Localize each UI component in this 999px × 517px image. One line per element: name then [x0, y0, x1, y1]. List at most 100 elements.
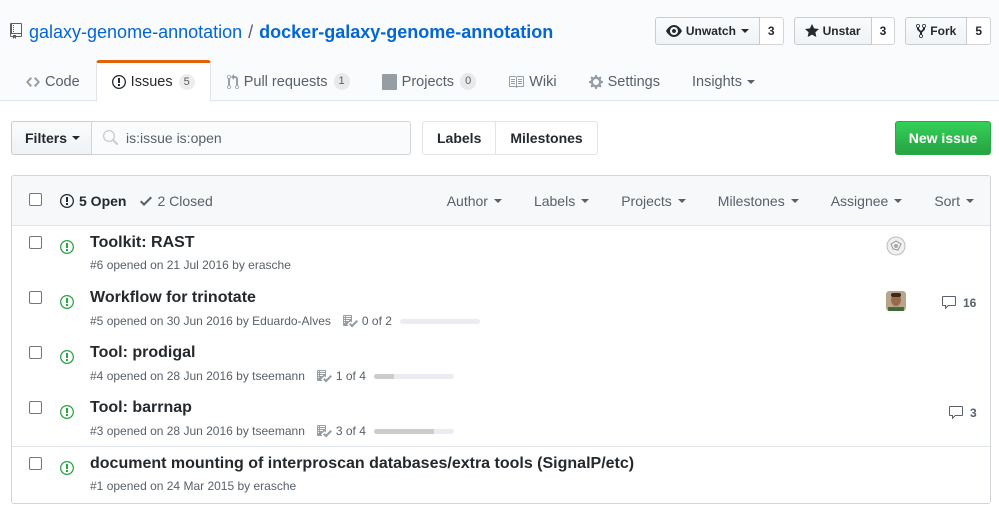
tab-settings[interactable]: Settings	[573, 60, 676, 101]
unstar-button[interactable]: Unstar	[793, 17, 872, 45]
projects-filter[interactable]: Projects	[605, 193, 702, 209]
new-issue-button[interactable]: New issue	[895, 121, 991, 155]
issue-checkbox[interactable]	[29, 401, 42, 414]
issue-opened-text: opened on 28 Jun 2016 by	[106, 424, 249, 438]
repo-nav: Code Issues 5 Pull requests 1 Projects 0…	[10, 60, 771, 102]
issue-title-link[interactable]: Toolkit: RAST	[90, 234, 195, 252]
tab-pull-requests-label: Pull requests	[243, 73, 328, 90]
pulls-counter: 1	[333, 73, 350, 90]
fork-button[interactable]: Fork	[905, 17, 968, 45]
project-icon	[381, 73, 397, 90]
chevron-down-icon	[746, 79, 755, 84]
path-separator: /	[248, 21, 254, 42]
filters-dropdown[interactable]: Filters	[11, 121, 92, 155]
sort-filter[interactable]: Sort	[918, 193, 990, 209]
issue-search	[91, 121, 411, 155]
assignee-filter[interactable]: Assignee	[815, 193, 919, 209]
tab-wiki-label: Wiki	[529, 73, 557, 90]
open-issue-icon	[60, 295, 74, 309]
checklist-icon	[316, 370, 332, 383]
repo-actions: Unwatch 3 Unstar 3 Fork 5	[654, 17, 991, 45]
issue-checkbox[interactable]	[29, 236, 42, 249]
projects-counter: 0	[460, 73, 477, 90]
tab-wiki[interactable]: Wiki	[492, 60, 572, 101]
comments-link[interactable]: 16	[941, 295, 976, 311]
issue-author-link[interactable]: tseemann	[252, 369, 305, 383]
task-progress-bar	[373, 428, 454, 434]
labels-link[interactable]: Labels	[422, 121, 497, 155]
open-count: 5 Open	[79, 193, 127, 209]
tab-pull-requests[interactable]: Pull requests 1	[211, 60, 366, 101]
issue-title-link[interactable]: Tool: barrnap	[90, 399, 192, 417]
comments-count: 16	[963, 296, 977, 310]
open-issues-link[interactable]: 5 Open	[60, 193, 126, 209]
watchers-count[interactable]: 3	[759, 17, 784, 45]
tab-settings-label: Settings	[607, 73, 660, 90]
forks-count[interactable]: 5	[967, 17, 991, 45]
issues-list-header: 5 Open 2 Closed Author Labels Projects M…	[12, 176, 990, 226]
tab-issues[interactable]: Issues 5	[95, 60, 211, 102]
issues-counter: 5	[178, 73, 195, 91]
task-progress-fill	[373, 428, 434, 434]
issue-meta: #5 opened on 30 Jun 2016 by Eduardo-Alve…	[90, 313, 480, 329]
search-icon	[103, 130, 118, 145]
assignee-avatar[interactable]	[886, 291, 906, 311]
assignee-filter-label: Assignee	[830, 193, 889, 209]
issue-checkbox[interactable]	[29, 457, 42, 470]
issue-title-link[interactable]: Workflow for trinotate	[90, 289, 256, 307]
open-issue-icon	[60, 350, 74, 364]
stargazers-count[interactable]: 3	[871, 17, 896, 45]
sort-filter-label: Sort	[934, 193, 960, 209]
comments-count: 3	[970, 406, 977, 420]
milestones-filter[interactable]: Milestones	[702, 193, 815, 209]
milestones-filter-label: Milestones	[717, 193, 785, 209]
issue-number: #4	[90, 369, 104, 383]
issue-title-link[interactable]: Tool: prodigal	[90, 344, 195, 362]
labels-milestones-links: Labels Milestones	[422, 121, 598, 155]
task-progress-bar	[399, 318, 480, 324]
fork-group: Fork 5	[905, 17, 991, 45]
repo-name-link[interactable]: docker-galaxy-genome-annotation	[259, 22, 553, 43]
tab-code-label: Code	[45, 73, 80, 90]
closed-issues-link[interactable]: 2 Closed	[140, 193, 213, 209]
tab-projects[interactable]: Projects 0	[366, 60, 493, 101]
issue-title-link[interactable]: document mounting of interproscan databa…	[90, 455, 634, 473]
issue-author-link[interactable]: erasche	[248, 258, 291, 272]
issue-meta: #4 opened on 28 Jun 2016 by tseemann 1 o…	[90, 368, 454, 384]
issue-number: #5	[90, 314, 104, 328]
task-progress: 0 of 2	[342, 313, 480, 329]
tab-insights[interactable]: Insights	[676, 60, 771, 101]
check-icon	[140, 196, 153, 206]
milestones-link[interactable]: Milestones	[496, 121, 598, 155]
code-icon	[26, 76, 40, 87]
issue-opened-text: opened on 28 Jun 2016 by	[106, 369, 249, 383]
open-issue-icon	[60, 405, 74, 419]
author-filter[interactable]: Author	[431, 193, 518, 209]
watch-group: Unwatch 3	[654, 17, 784, 45]
issue-checkbox[interactable]	[29, 346, 42, 359]
fork-icon	[916, 23, 927, 39]
issue-checkbox[interactable]	[29, 291, 42, 304]
repo-owner-link[interactable]: galaxy-genome-annotation	[29, 22, 242, 43]
issue-author-link[interactable]: erasche	[254, 479, 297, 493]
eye-icon	[665, 25, 682, 37]
issue-opened-text: opened on 24 Mar 2015 by	[106, 479, 251, 493]
star-icon	[804, 24, 819, 37]
comment-icon	[949, 406, 963, 420]
assignee-avatar[interactable]	[886, 236, 906, 256]
task-progress-fill	[373, 373, 394, 379]
checklist-icon	[316, 425, 332, 438]
select-all-checkbox[interactable]	[29, 193, 42, 206]
repo-title: galaxy-genome-annotation / docker-galaxy…	[10, 20, 553, 44]
labels-filter[interactable]: Labels	[518, 193, 605, 209]
issue-author-link[interactable]: tseemann	[252, 424, 305, 438]
tab-insights-label: Insights	[691, 73, 742, 90]
issue-author-link[interactable]: Eduardo-Alves	[252, 314, 331, 328]
unwatch-button[interactable]: Unwatch	[654, 17, 760, 45]
comments-link[interactable]: 3	[948, 405, 977, 421]
issue-icon	[60, 194, 74, 208]
filters-label: Filters	[25, 130, 68, 146]
tab-code[interactable]: Code	[10, 60, 96, 101]
chevron-down-icon	[72, 136, 81, 140]
search-input[interactable]	[126, 130, 406, 146]
